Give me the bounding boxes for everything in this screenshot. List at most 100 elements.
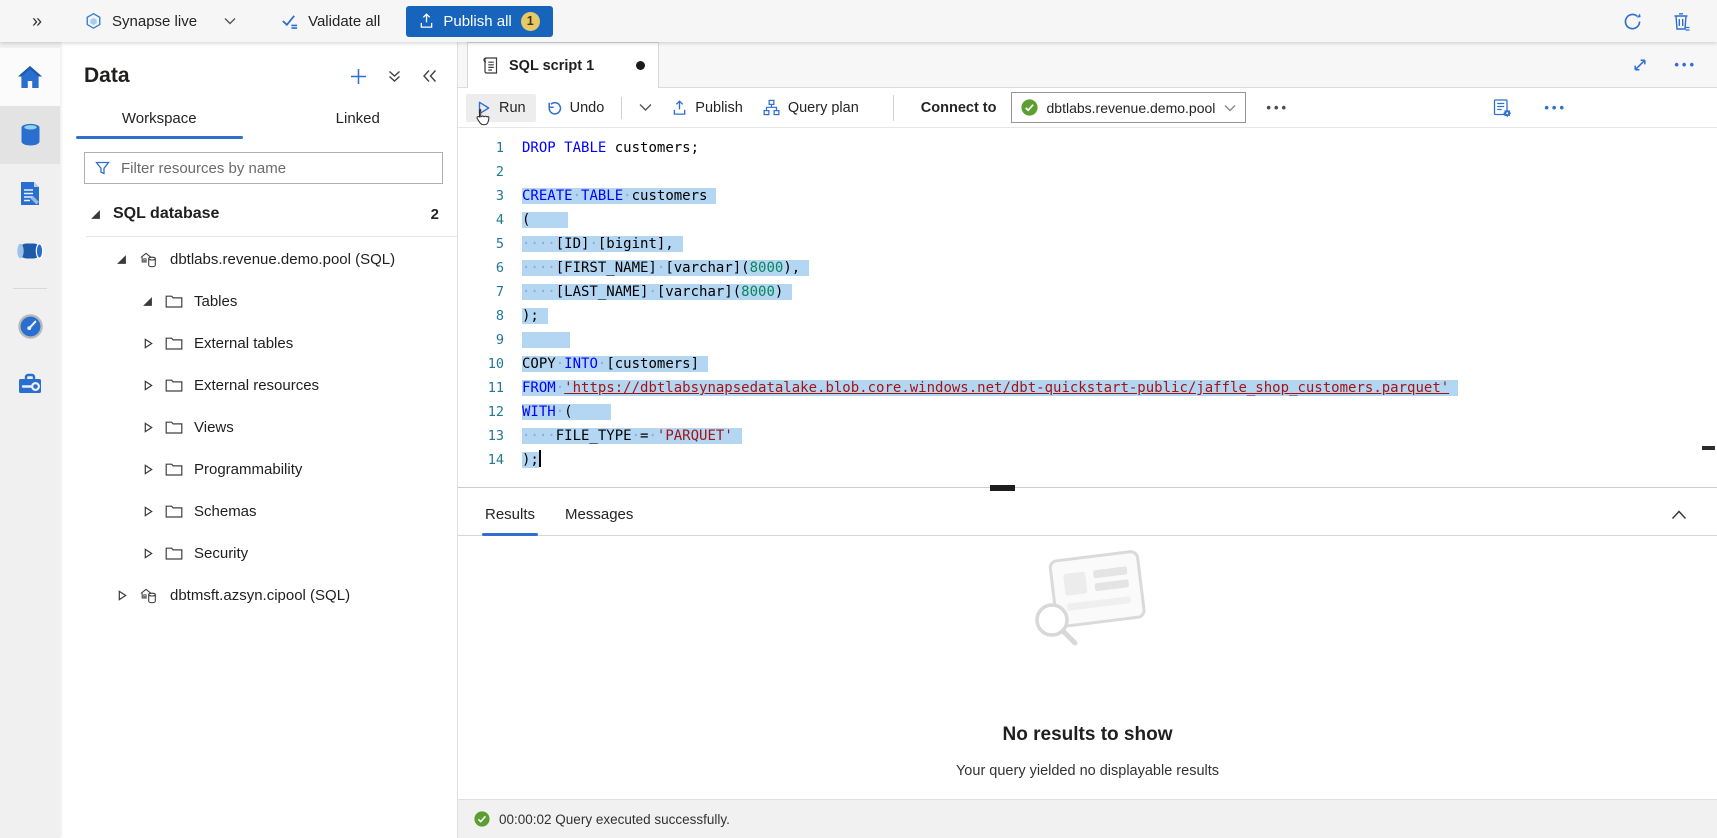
line-number: 11 bbox=[458, 376, 504, 400]
tree-item-views[interactable]: Views bbox=[60, 406, 457, 448]
publish-button[interactable]: Publish bbox=[662, 94, 753, 122]
rail-divider bbox=[13, 288, 47, 289]
validate-icon bbox=[280, 12, 299, 30]
filter-input[interactable] bbox=[119, 159, 432, 178]
tree-item-dbtmsft-azsyn-cipool-sql[interactable]: dbtmsft.azsyn.cipool (SQL) bbox=[60, 574, 457, 616]
empty-results-subtitle: Your query yielded no displayable result… bbox=[956, 763, 1219, 779]
code-line[interactable]: 7····[LAST_NAME]·[varchar](8000) bbox=[458, 280, 1717, 304]
query-plan-icon bbox=[763, 99, 780, 116]
empty-results-title: No results to show bbox=[1003, 724, 1173, 746]
code-line-content: ····FILE_TYPE·=·'PARQUET' bbox=[504, 424, 742, 448]
topbar-right-actions bbox=[1622, 11, 1717, 32]
line-number: 4 bbox=[458, 208, 504, 232]
tree-item-sql-database[interactable]: SQL database2 bbox=[60, 193, 457, 235]
rail-item-home[interactable] bbox=[0, 48, 60, 106]
overview-ruler-mark bbox=[1702, 446, 1715, 450]
rail-item-manage[interactable] bbox=[0, 355, 60, 413]
code-line[interactable]: 10COPY·INTO·[customers] bbox=[458, 352, 1717, 376]
add-resource-button[interactable] bbox=[350, 68, 367, 85]
chevron-expanded-icon[interactable] bbox=[90, 209, 102, 220]
code-line[interactable]: 13····FILE_TYPE·=·'PARQUET' bbox=[458, 424, 1717, 448]
tab-linked[interactable]: Linked bbox=[259, 100, 458, 139]
mode-picker[interactable]: Synapse live bbox=[84, 12, 236, 31]
tree-item-security[interactable]: Security bbox=[60, 532, 457, 574]
tree-item-programmability[interactable]: Programmability bbox=[60, 448, 457, 490]
publish-count-badge: 1 bbox=[521, 12, 540, 31]
tab-more-actions-icon[interactable]: ••• bbox=[1674, 57, 1697, 72]
collapse-panel-icon[interactable] bbox=[422, 69, 437, 83]
chevron-collapsed-icon[interactable] bbox=[142, 422, 154, 433]
code-line[interactable]: 9 bbox=[458, 328, 1717, 352]
trash-icon[interactable] bbox=[1671, 11, 1691, 32]
tree-item-label: SQL database bbox=[113, 205, 219, 223]
refresh-icon[interactable] bbox=[1622, 11, 1643, 32]
chevron-collapsed-icon[interactable] bbox=[116, 590, 128, 601]
chevron-collapsed-icon[interactable] bbox=[142, 380, 154, 391]
code-lines: 1DROP TABLE customers;23CREATE·TABLE·cus… bbox=[458, 136, 1717, 472]
tab-messages[interactable]: Messages bbox=[562, 494, 636, 536]
tab-workspace[interactable]: Workspace bbox=[60, 100, 259, 139]
top-command-bar: » Synapse live Validate all Publish all … bbox=[0, 0, 1717, 42]
folder-icon bbox=[165, 462, 183, 477]
code-line[interactable]: 4( bbox=[458, 208, 1717, 232]
pane-splitter[interactable] bbox=[458, 482, 1717, 494]
chevron-expanded-icon[interactable] bbox=[142, 296, 154, 307]
run-options-chevron[interactable] bbox=[629, 97, 662, 118]
code-line-content: CREATE·TABLE·customers bbox=[504, 184, 716, 208]
tree-item-tables[interactable]: Tables bbox=[60, 280, 457, 322]
splitter-handle[interactable] bbox=[990, 485, 1015, 491]
data-panel-actions bbox=[350, 68, 437, 85]
toolbar-more-icon[interactable]: ••• bbox=[1544, 100, 1567, 115]
expand-editor-icon[interactable] bbox=[1632, 57, 1648, 73]
chevron-expanded-icon[interactable] bbox=[116, 254, 128, 265]
success-check-icon bbox=[474, 811, 490, 827]
connect-more-icon[interactable]: ••• bbox=[1266, 100, 1289, 115]
tab-results[interactable]: Results bbox=[482, 494, 538, 536]
code-line[interactable]: 8); bbox=[458, 304, 1717, 328]
chevron-collapsed-icon[interactable] bbox=[142, 506, 154, 517]
code-line[interactable]: 11FROM·'https://dbtlabsynapsedatalake.bl… bbox=[458, 376, 1717, 400]
sql-code-editor[interactable]: 1DROP TABLE customers;23CREATE·TABLE·cus… bbox=[458, 128, 1717, 482]
pool-chevron-down-icon bbox=[1224, 104, 1236, 112]
line-number: 14 bbox=[458, 448, 504, 472]
publish-all-button[interactable]: Publish all 1 bbox=[406, 6, 552, 37]
chevron-down-icon bbox=[224, 17, 236, 25]
code-line[interactable]: 12WITH·( bbox=[458, 400, 1717, 424]
collapse-all-icon[interactable] bbox=[387, 69, 402, 84]
run-label: Run bbox=[499, 100, 526, 116]
code-line[interactable]: 1DROP TABLE customers; bbox=[458, 136, 1717, 160]
sql-script-icon bbox=[481, 56, 499, 75]
chevron-collapsed-icon[interactable] bbox=[142, 464, 154, 475]
validate-all-button[interactable]: Validate all bbox=[280, 12, 380, 30]
toolbox-icon bbox=[16, 371, 44, 397]
run-button[interactable]: Run bbox=[466, 94, 536, 122]
chevron-collapsed-icon[interactable] bbox=[142, 338, 154, 349]
expand-menu-icon[interactable]: » bbox=[0, 11, 42, 32]
rail-item-develop[interactable] bbox=[0, 164, 60, 222]
line-number: 2 bbox=[458, 160, 504, 184]
code-line[interactable]: 6····[FIRST_NAME]·[varchar](8000), bbox=[458, 256, 1717, 280]
query-plan-button[interactable]: Query plan bbox=[753, 93, 869, 122]
rail-item-integrate[interactable] bbox=[0, 222, 60, 280]
tree-item-external-resources[interactable]: External resources bbox=[60, 364, 457, 406]
tree-item-dbtlabs-revenue-demo-pool-sql[interactable]: dbtlabs.revenue.demo.pool (SQL) bbox=[60, 238, 457, 280]
tree: SQL database2dbtlabs.revenue.demo.pool (… bbox=[60, 193, 457, 616]
tab-sql-script[interactable]: SQL script 1 bbox=[467, 42, 659, 88]
properties-icon[interactable] bbox=[1492, 98, 1512, 118]
filter-box bbox=[84, 152, 443, 184]
page-title: Data bbox=[84, 64, 130, 88]
undo-button[interactable]: Undo bbox=[536, 94, 615, 122]
tree-item-schemas[interactable]: Schemas bbox=[60, 490, 457, 532]
code-line[interactable]: 2 bbox=[458, 160, 1717, 184]
sql-pool-icon bbox=[139, 586, 159, 605]
collapse-results-icon[interactable] bbox=[1671, 510, 1687, 520]
rail-item-data[interactable] bbox=[0, 106, 60, 164]
tree-item-external-tables[interactable]: External tables bbox=[60, 322, 457, 364]
code-line[interactable]: 3CREATE·TABLE·customers bbox=[458, 184, 1717, 208]
data-panel: Data Workspace Linked SQL bbox=[60, 42, 458, 838]
pool-select-dropdown[interactable]: dbtlabs.revenue.demo.pool bbox=[1011, 92, 1247, 123]
rail-item-monitor[interactable] bbox=[0, 297, 60, 355]
code-line[interactable]: 14); bbox=[458, 448, 1717, 472]
code-line[interactable]: 5····[ID]·[bigint], bbox=[458, 232, 1717, 256]
chevron-collapsed-icon[interactable] bbox=[142, 548, 154, 559]
